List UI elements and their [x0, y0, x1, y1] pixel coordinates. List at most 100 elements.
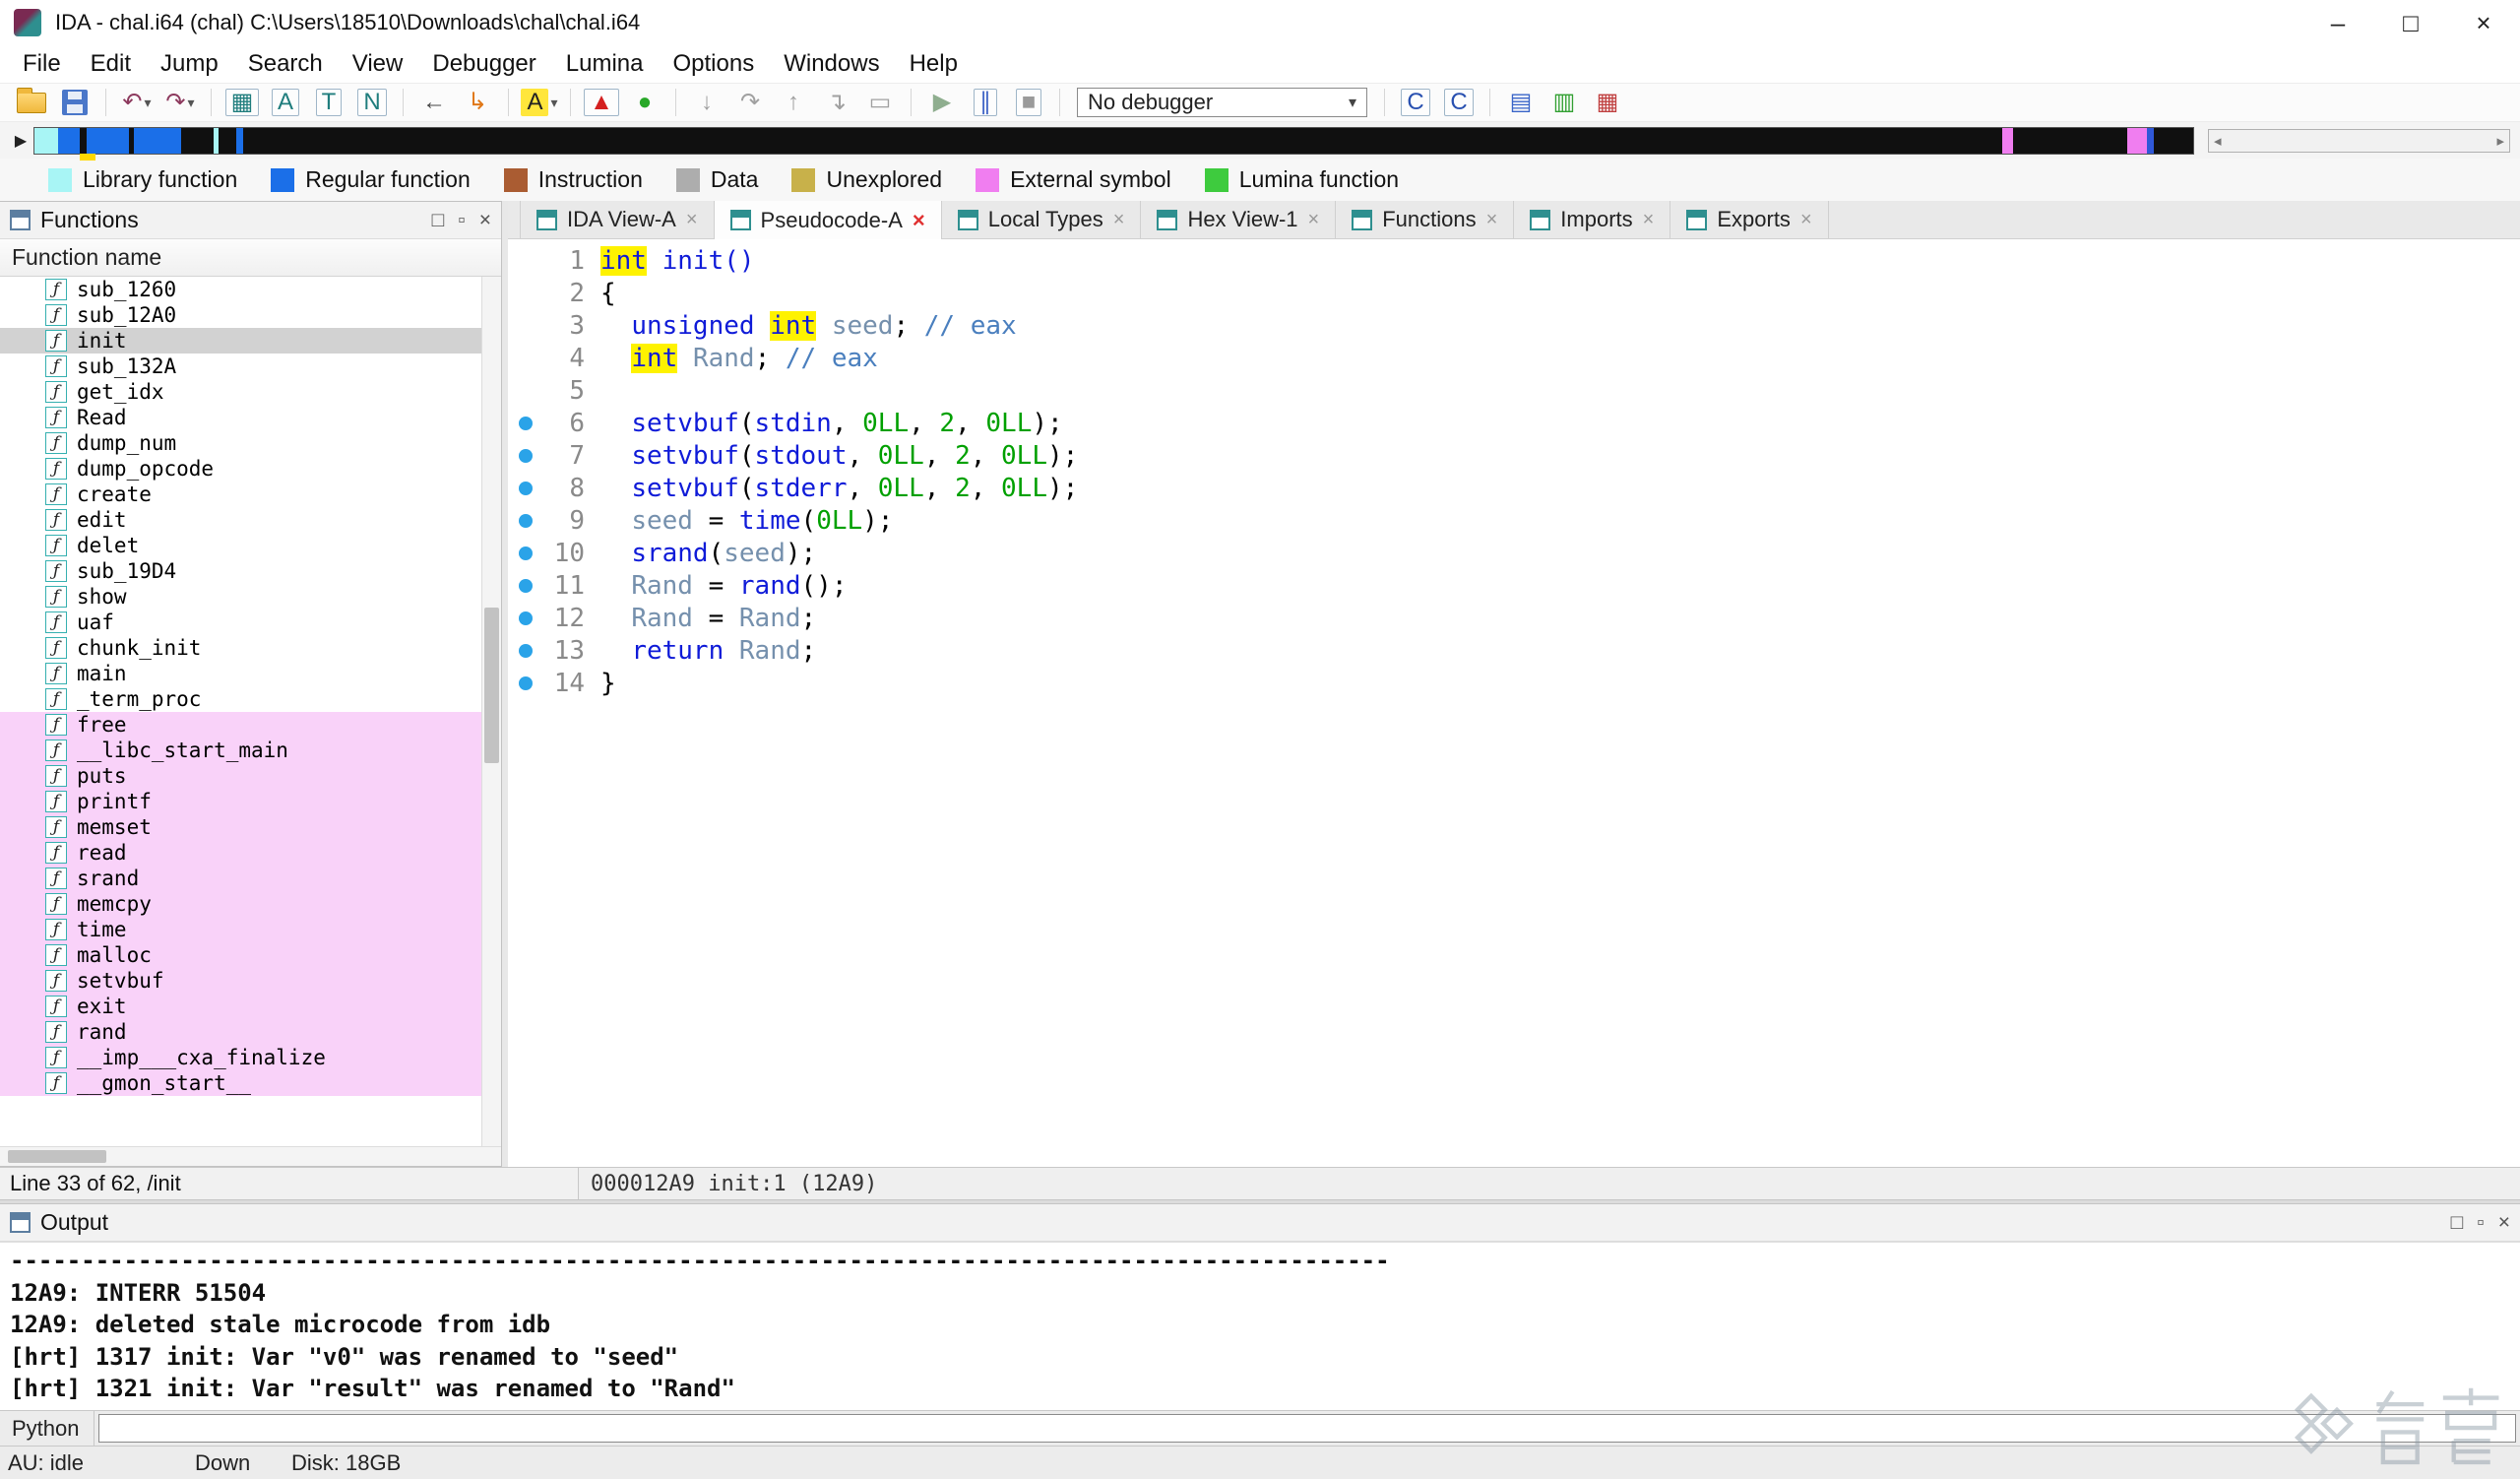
tab-imports[interactable]: Imports×: [1514, 201, 1670, 238]
enums-button[interactable]: A: [264, 86, 307, 119]
tab-local-types[interactable]: Local Types×: [942, 201, 1142, 238]
close-icon[interactable]: ×: [1308, 210, 1320, 229]
function-name-column-header[interactable]: Function name: [0, 239, 501, 277]
pseudocode-view[interactable]: 1int init()2{3 unsigned int seed; // eax…: [508, 239, 2520, 1167]
function-row-main[interactable]: ƒmain: [0, 661, 481, 686]
signatures-button[interactable]: ▥: [1543, 86, 1586, 119]
structs-button[interactable]: ▦: [220, 86, 264, 119]
close-panel-button[interactable]: ×: [479, 210, 491, 230]
scrollbar-thumb[interactable]: [484, 608, 499, 764]
function-row-free[interactable]: ƒfree: [0, 712, 481, 738]
code-line-13[interactable]: 13 return Rand;: [508, 634, 2520, 667]
close-panel-button[interactable]: ×: [2498, 1212, 2510, 1233]
function-row-uaf[interactable]: ƒuaf: [0, 610, 481, 635]
detach-button[interactable]: ▭: [858, 86, 902, 119]
python-label[interactable]: Python: [0, 1411, 94, 1446]
continue-button[interactable]: ▶: [920, 86, 964, 119]
debugger-select[interactable]: No debugger▾: [1077, 88, 1367, 117]
jump-back-button[interactable]: ←: [412, 86, 456, 119]
function-row-exit[interactable]: ƒexit: [0, 994, 481, 1019]
maximize-panel-button[interactable]: □: [432, 210, 445, 230]
function-row-srand[interactable]: ƒsrand: [0, 866, 481, 891]
minimize-button[interactable]: –: [2301, 0, 2374, 45]
function-row-time[interactable]: ƒtime: [0, 917, 481, 942]
menu-lumina[interactable]: Lumina: [551, 45, 659, 83]
tab-exports[interactable]: Exports×: [1670, 201, 1828, 238]
scroll-left-icon[interactable]: ◂: [2214, 132, 2222, 150]
python-input[interactable]: [98, 1414, 2516, 1443]
function-row-memcpy[interactable]: ƒmemcpy: [0, 891, 481, 917]
run-to-cursor-button[interactable]: ↴: [815, 86, 858, 119]
close-icon[interactable]: ×: [1800, 210, 1812, 229]
menu-view[interactable]: View: [338, 45, 418, 83]
save-file-button[interactable]: [53, 86, 96, 119]
function-row-term-proc[interactable]: ƒ_term_proc: [0, 686, 481, 712]
compile-script-button[interactable]: C: [1394, 86, 1437, 119]
step-into-button[interactable]: ↓: [685, 86, 728, 119]
function-row-malloc[interactable]: ƒmalloc: [0, 942, 481, 968]
close-icon[interactable]: ×: [1486, 210, 1498, 229]
tab-functions[interactable]: Functions×: [1336, 201, 1514, 238]
menu-windows[interactable]: Windows: [769, 45, 894, 83]
menu-file[interactable]: File: [8, 45, 76, 83]
navband-arrow-icon[interactable]: ▶: [8, 131, 33, 151]
font-color-button[interactable]: A▾: [518, 86, 561, 119]
function-row-memset[interactable]: ƒmemset: [0, 814, 481, 840]
maximize-panel-button[interactable]: □: [2451, 1212, 2464, 1233]
function-row-libc-start-main[interactable]: ƒ__libc_start_main: [0, 738, 481, 763]
function-row-sub-12a0[interactable]: ƒsub_12A0: [0, 302, 481, 328]
navband-scrollbar[interactable]: ◂ ▸: [2208, 129, 2510, 153]
close-icon[interactable]: ×: [1643, 210, 1655, 229]
function-row-create[interactable]: ƒcreate: [0, 482, 481, 507]
tab-hex-view-1[interactable]: Hex View-1×: [1141, 201, 1336, 238]
run-until-return-button[interactable]: ↑: [772, 86, 815, 119]
menu-debugger[interactable]: Debugger: [417, 45, 550, 83]
close-icon[interactable]: ×: [1113, 210, 1125, 229]
stop-button[interactable]: ■: [1007, 86, 1050, 119]
start-process-button[interactable]: ●: [623, 86, 666, 119]
redo-button[interactable]: ↷▾: [158, 86, 202, 119]
breakpoint-button[interactable]: ▲: [580, 86, 623, 119]
jump-forward-button[interactable]: ↳: [456, 86, 499, 119]
code-line-3[interactable]: 3 unsigned int seed; // eax: [508, 309, 2520, 342]
scroll-right-icon[interactable]: ▸: [2496, 132, 2504, 150]
undo-button[interactable]: ↶▾: [115, 86, 158, 119]
horizontal-scrollbar[interactable]: [0, 1146, 501, 1166]
function-row-sub-1260[interactable]: ƒsub_1260: [0, 277, 481, 302]
code-line-10[interactable]: 10 srand(seed);: [508, 537, 2520, 569]
problems-button[interactable]: ▦: [1586, 86, 1629, 119]
float-panel-button[interactable]: ▫: [2477, 1212, 2484, 1233]
close-icon[interactable]: ×: [686, 210, 698, 229]
function-row-show[interactable]: ƒshow: [0, 584, 481, 610]
code-line-8[interactable]: 8 setvbuf(stderr, 0LL, 2, 0LL);: [508, 472, 2520, 504]
code-line-5[interactable]: 5: [508, 374, 2520, 407]
function-row-delet[interactable]: ƒdelet: [0, 533, 481, 558]
function-row-setvbuf[interactable]: ƒsetvbuf: [0, 968, 481, 994]
code-line-12[interactable]: 12 Rand = Rand;: [508, 602, 2520, 634]
function-row-init[interactable]: ƒinit: [0, 328, 481, 354]
menu-search[interactable]: Search: [233, 45, 338, 83]
function-row-dump-opcode[interactable]: ƒdump_opcode: [0, 456, 481, 482]
code-line-2[interactable]: 2{: [508, 277, 2520, 309]
menu-jump[interactable]: Jump: [146, 45, 233, 83]
function-row-sub-132a[interactable]: ƒsub_132A: [0, 354, 481, 379]
function-row-gmon-start[interactable]: ƒ__gmon_start__: [0, 1070, 481, 1096]
function-row-imp-cxa-finalize[interactable]: ƒ__imp___cxa_finalize: [0, 1045, 481, 1070]
code-line-1[interactable]: 1int init(): [508, 244, 2520, 277]
code-line-7[interactable]: 7 setvbuf(stdout, 0LL, 2, 0LL);: [508, 439, 2520, 472]
maximize-button[interactable]: □: [2374, 0, 2447, 45]
code-line-11[interactable]: 11 Rand = rand();: [508, 569, 2520, 602]
code-line-9[interactable]: 9 seed = time(0LL);: [508, 504, 2520, 537]
menu-help[interactable]: Help: [895, 45, 973, 83]
strings-button[interactable]: T: [307, 86, 350, 119]
vertical-scrollbar[interactable]: [481, 277, 501, 1146]
pause-button[interactable]: ∥: [964, 86, 1007, 119]
names-button[interactable]: N: [350, 86, 394, 119]
function-row-get-idx[interactable]: ƒget_idx: [0, 379, 481, 405]
function-row-read[interactable]: ƒread: [0, 840, 481, 866]
function-row-puts[interactable]: ƒputs: [0, 763, 481, 789]
float-panel-button[interactable]: ▫: [458, 210, 465, 230]
menu-options[interactable]: Options: [659, 45, 770, 83]
close-button[interactable]: ×: [2447, 0, 2520, 45]
close-icon[interactable]: ×: [913, 210, 925, 231]
